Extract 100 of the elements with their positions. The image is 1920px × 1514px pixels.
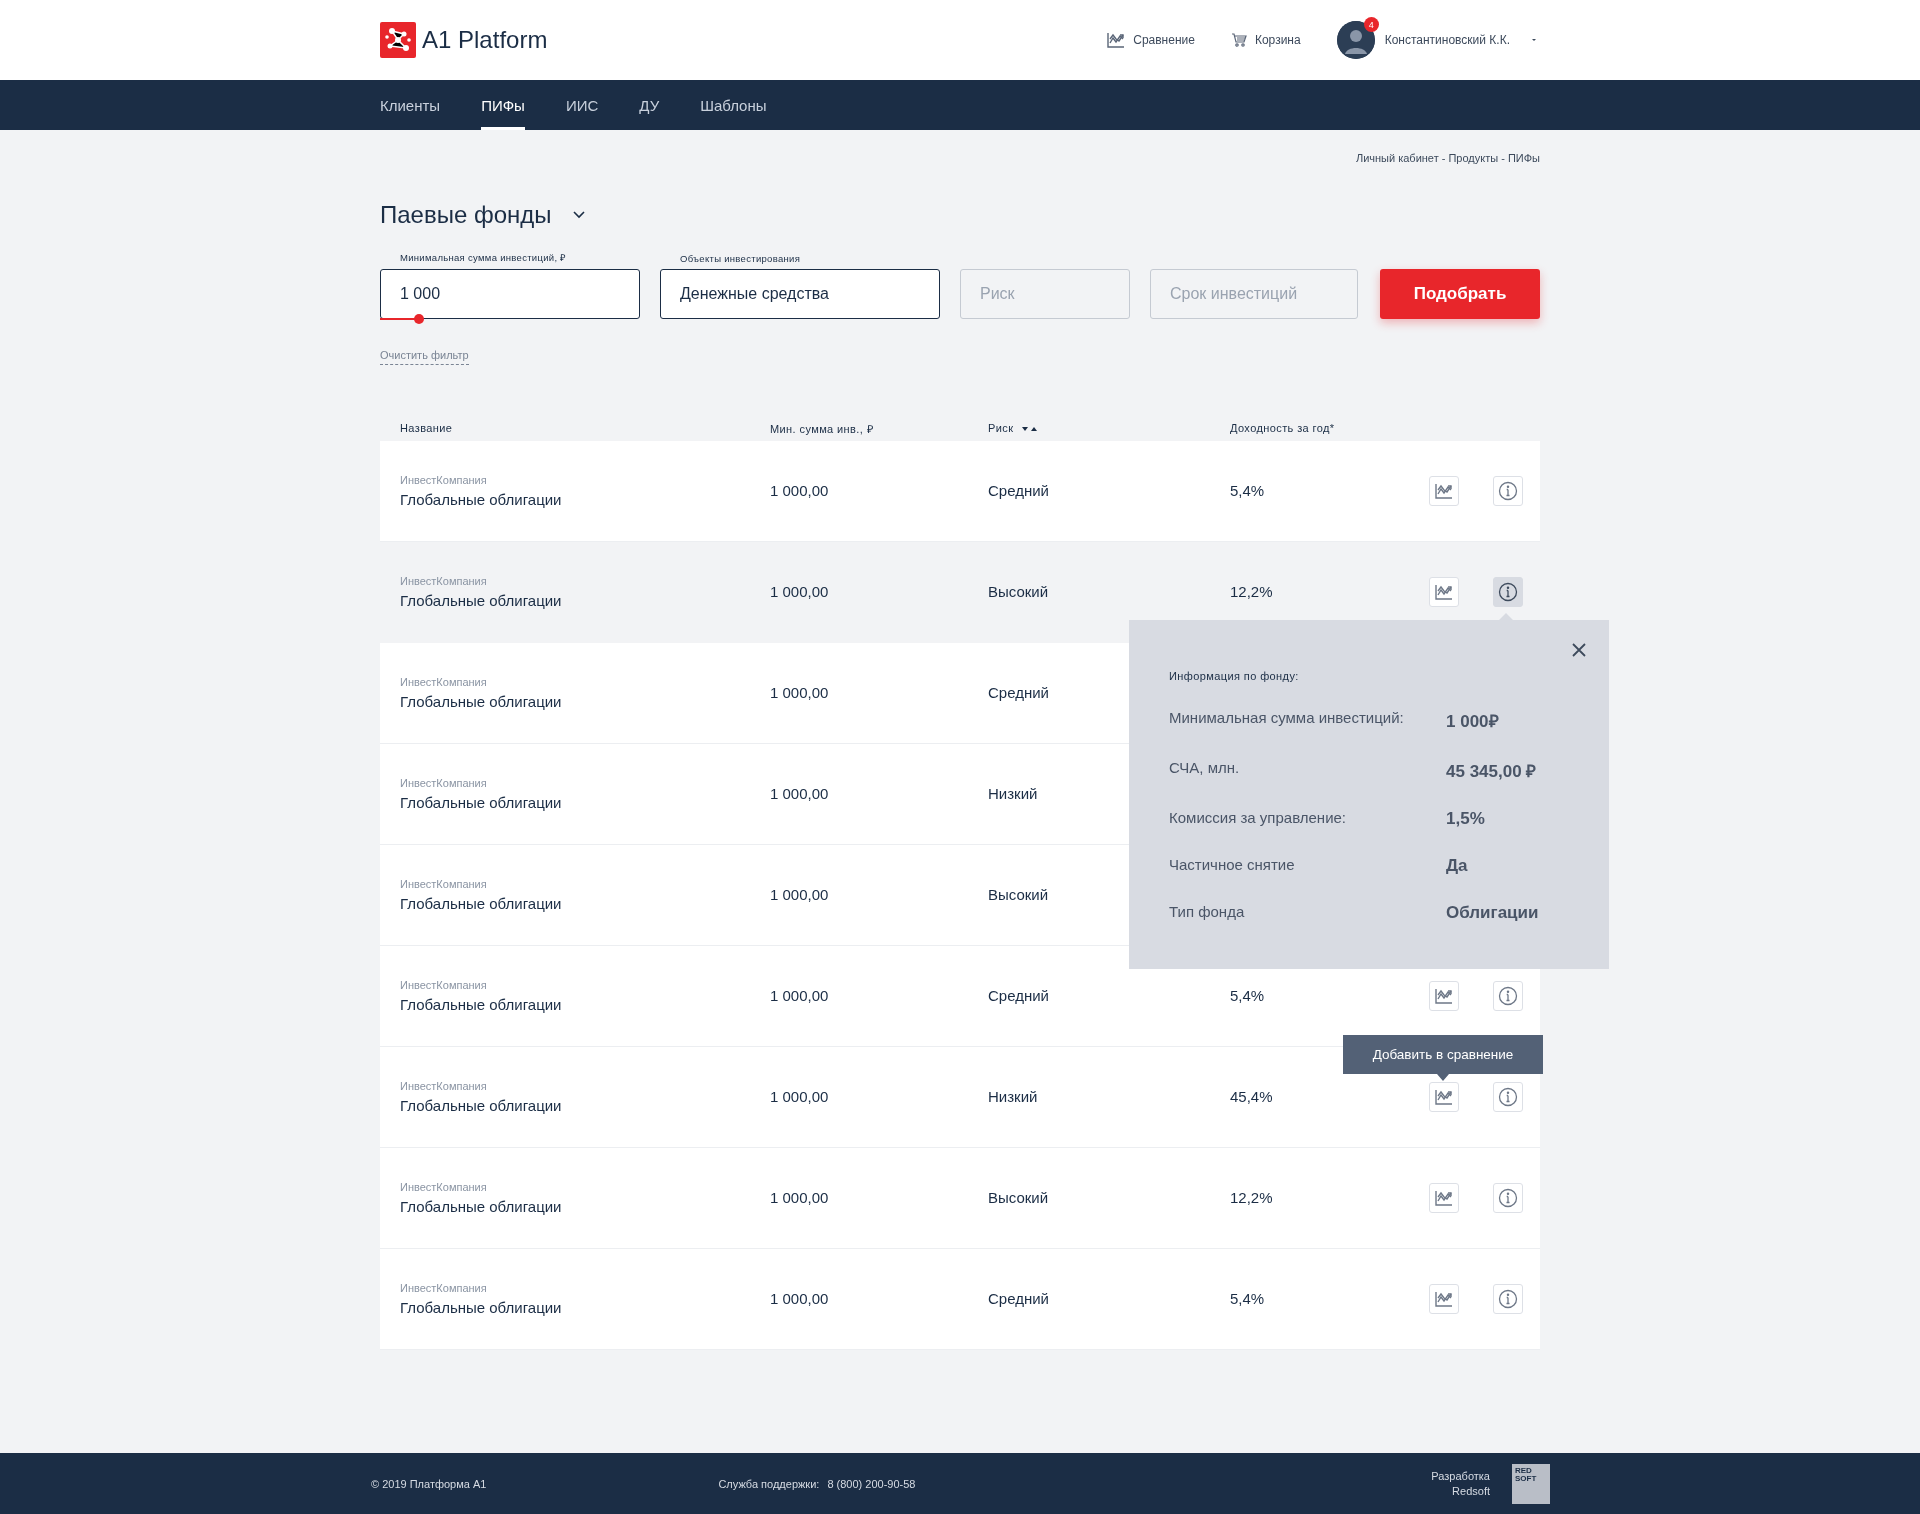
copyright: © 2019 Платформа А1 (371, 1477, 487, 1490)
compare-button[interactable] (1429, 981, 1459, 1011)
table-row[interactable]: ИнвестКомпания Глобальные облигации 1 000,00 Высокий 12,2% (380, 1148, 1540, 1249)
compare-button[interactable] (1429, 1082, 1459, 1112)
slider-thumb[interactable] (414, 314, 424, 324)
fund-name: Глобальные облигации (400, 1198, 563, 1215)
chevron-down-icon[interactable] (571, 211, 586, 219)
min-sum: 1 000,00 (770, 482, 829, 499)
info-icon (1498, 986, 1518, 1006)
table-row[interactable]: ИнвестКомпания Глобальные облигации 1 000,00 Средний 5,4% (380, 441, 1540, 542)
chart-icon (1435, 483, 1453, 499)
chart-icon (1435, 1089, 1453, 1105)
risk-level: Высокий (988, 886, 1049, 903)
fund-name: Глобальные облигации (400, 1299, 563, 1316)
close-icon[interactable] (1571, 642, 1587, 658)
info-label: СЧА, млн. (1169, 759, 1241, 778)
compare-link[interactable]: Сравнение (1107, 32, 1195, 48)
avatar[interactable] (1336, 21, 1375, 59)
min-sum: 1 000,00 (770, 987, 829, 1004)
company-name: ИнвестКомпания (400, 1181, 488, 1193)
chart-icon (1435, 1291, 1453, 1307)
min-sum: 1 000,00 (770, 785, 829, 802)
yield-value: 5,4% (1230, 987, 1265, 1004)
support-phone[interactable]: 8 (800) 200-90-58 (827, 1477, 916, 1490)
info-icon (1498, 1289, 1518, 1309)
nav-tab[interactable]: ПИФы (481, 80, 525, 130)
company-name: ИнвестКомпания (400, 1080, 488, 1092)
min-sum: 1 000,00 (770, 886, 829, 903)
logo-icon (380, 22, 416, 58)
popup-title: Информация по фонду: (1169, 670, 1300, 682)
breadcrumb: Личный кабинет - Продукты - ПИФы (1354, 152, 1540, 164)
nav-tab[interactable]: ДУ (639, 80, 660, 130)
min-sum: 1 000,00 (770, 1189, 829, 1206)
risk-level: Средний (988, 1290, 1049, 1307)
compare-button[interactable] (1429, 577, 1459, 607)
info-icon (1498, 582, 1518, 602)
column-header: Доходность за год* (1230, 422, 1335, 434)
min-sum: 1 000,00 (770, 583, 829, 600)
info-label: Тип фонда (1169, 903, 1246, 922)
user-name[interactable]: Константиновский К.К. (1384, 33, 1510, 47)
developer-logo[interactable]: RED SOFT (1512, 1463, 1550, 1504)
support-label: Служба поддержки: (718, 1477, 820, 1490)
submit-button[interactable]: Подобрать (1380, 269, 1540, 319)
chart-icon (1435, 988, 1453, 1004)
nav-tab[interactable]: ИИС (565, 80, 599, 130)
fund-name: Глобальные облигации (400, 491, 563, 508)
yield-value: 5,4% (1230, 1290, 1265, 1307)
info-button[interactable] (1493, 577, 1523, 607)
info-button[interactable] (1493, 1183, 1523, 1213)
fund-name: Глобальные облигации (400, 895, 563, 912)
developer-label: Разработка (1431, 1470, 1490, 1482)
fund-name: Глобальные облигации (400, 794, 563, 811)
info-button[interactable] (1493, 981, 1523, 1011)
chart-icon (1107, 32, 1126, 48)
info-label: Частичное снятие (1169, 856, 1296, 875)
info-value: 1,5% (1446, 809, 1486, 829)
fund-name: Глобальные облигации (400, 996, 563, 1013)
info-label: Минимальная сумма инвестиций: (1169, 709, 1405, 728)
field-label: Минимальная сумма инвестиций, ₽ (399, 251, 568, 264)
risk-level: Низкий (988, 1088, 1038, 1105)
info-label: Комиссия за управление: (1169, 809, 1348, 828)
min-sum: 1 000,00 (770, 1088, 829, 1105)
clear-filter-link[interactable]: Очистить фильтр (380, 349, 469, 365)
cart-link[interactable]: Корзина (1230, 33, 1301, 47)
fund-name: Глобальные облигации (400, 1097, 563, 1114)
info-button[interactable] (1493, 476, 1523, 506)
info-icon (1498, 1188, 1518, 1208)
chart-icon (1435, 584, 1453, 600)
compare-button[interactable] (1429, 1183, 1459, 1213)
nav-tab[interactable]: Шаблоны (700, 80, 767, 130)
company-name: ИнвестКомпания (400, 474, 488, 486)
input-field[interactable]: Денежные средства (660, 269, 940, 319)
info-value: 45 345,00 ₽ (1446, 761, 1538, 782)
info-value: Да (1446, 856, 1469, 876)
info-button[interactable] (1493, 1082, 1523, 1112)
company-name: ИнвестКомпания (400, 979, 488, 991)
yield-value: 5,4% (1230, 482, 1265, 499)
yield-value: 45,4% (1230, 1088, 1273, 1105)
company-name: ИнвестКомпания (400, 575, 488, 587)
developer-name: Redsoft (1452, 1485, 1490, 1497)
table-row[interactable]: ИнвестКомпания Глобальные облигации 1 000,00 Средний 5,4% (380, 946, 1540, 1047)
info-icon (1498, 481, 1518, 501)
fund-name: Глобальные облигации (400, 693, 563, 710)
info-value: 1 000₽ (1446, 711, 1500, 732)
risk-level: Средний (988, 684, 1049, 701)
sort-icon[interactable] (1021, 426, 1040, 433)
risk-level: Средний (988, 482, 1049, 499)
column-header: Риск (988, 422, 1014, 434)
column-header: Мин. сумма инв., ₽ (770, 422, 874, 435)
page-title: Паевые фонды (380, 201, 552, 229)
compare-button[interactable] (1429, 1284, 1459, 1314)
compare-button[interactable] (1429, 476, 1459, 506)
tooltip: Добавить в сравнение (1343, 1035, 1543, 1081)
company-name: ИнвестКомпания (400, 878, 488, 890)
info-button[interactable] (1493, 1284, 1523, 1314)
company-name: ИнвестКомпания (400, 676, 488, 688)
info-value: Облигации (1446, 903, 1540, 923)
company-name: ИнвестКомпания (400, 1282, 488, 1294)
table-row[interactable]: ИнвестКомпания Глобальные облигации 1 000,00 Средний 5,4% (380, 1249, 1540, 1350)
nav-tab[interactable]: Клиенты (380, 80, 441, 130)
